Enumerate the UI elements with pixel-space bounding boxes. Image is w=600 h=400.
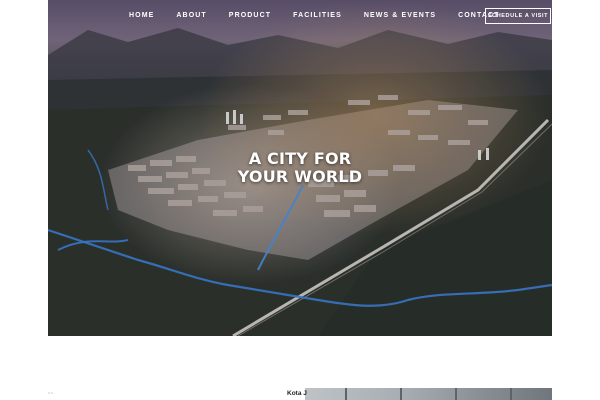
nav-links: HOME ABOUT PRODUCT FACILITIES NEWS & EVE… [129,12,522,19]
nav-home[interactable]: HOME [129,12,154,19]
section-logo: ∷∷ [48,391,54,395]
section-title: Kota J [287,390,307,397]
section-photo [305,388,552,400]
nav-about[interactable]: ABOUT [176,12,206,19]
nav-product[interactable]: PRODUCT [229,12,271,19]
hero-headline: A CITY FOR YOUR WORLD [48,150,552,186]
nav-facilities[interactable]: FACILITIES [293,12,342,19]
hero-banner: HOME ABOUT PRODUCT FACILITIES NEWS & EVE… [48,0,552,336]
headline-line-2: YOUR WORLD [237,167,363,186]
main-navigation: HOME ABOUT PRODUCT FACILITIES NEWS & EVE… [48,0,552,34]
headline-line-1: A CITY FOR [248,149,352,168]
nav-news-events[interactable]: NEWS & EVENTS [364,12,436,19]
schedule-visit-button[interactable]: SCHEDULE A VISIT [485,8,551,24]
